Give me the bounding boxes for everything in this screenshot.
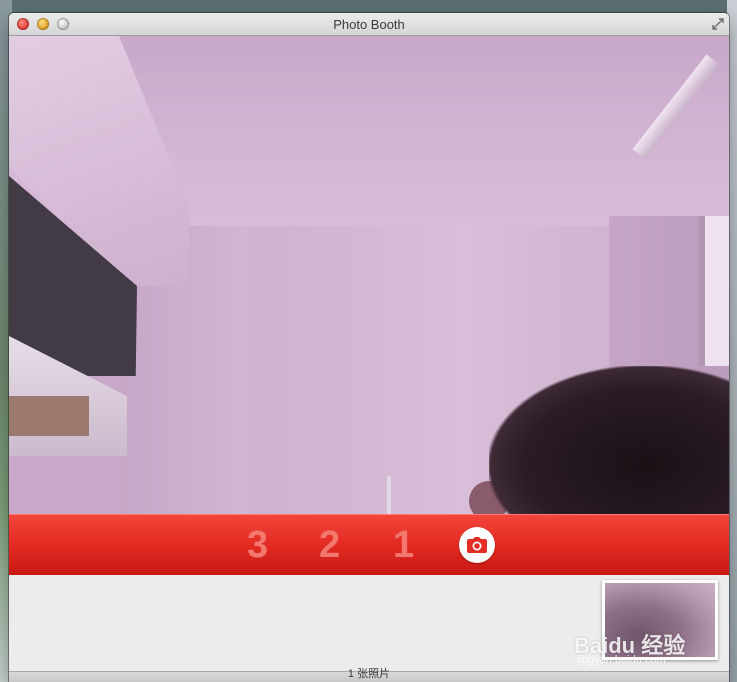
camera-preview [9,36,729,514]
capture-bar: 3 2 1 [9,514,729,576]
countdown-2: 2 [319,524,341,566]
fullscreen-icon[interactable] [711,17,725,31]
preview-cable [387,476,391,514]
preview-shelf-item [9,396,89,436]
take-photo-button[interactable] [459,527,495,563]
photo-booth-window: Photo Booth 3 2 1 Baidu 经验 jingyan.baidu… [9,13,729,682]
window-title: Photo Booth [333,17,405,32]
countdown-3: 3 [247,524,269,566]
countdown-1: 1 [393,524,415,566]
title-bar[interactable]: Photo Booth [9,13,729,36]
preview-head [489,366,729,514]
photo-count: 1 张照片 [347,668,391,680]
camera-icon [467,537,487,553]
preview-window-frame [699,216,729,366]
